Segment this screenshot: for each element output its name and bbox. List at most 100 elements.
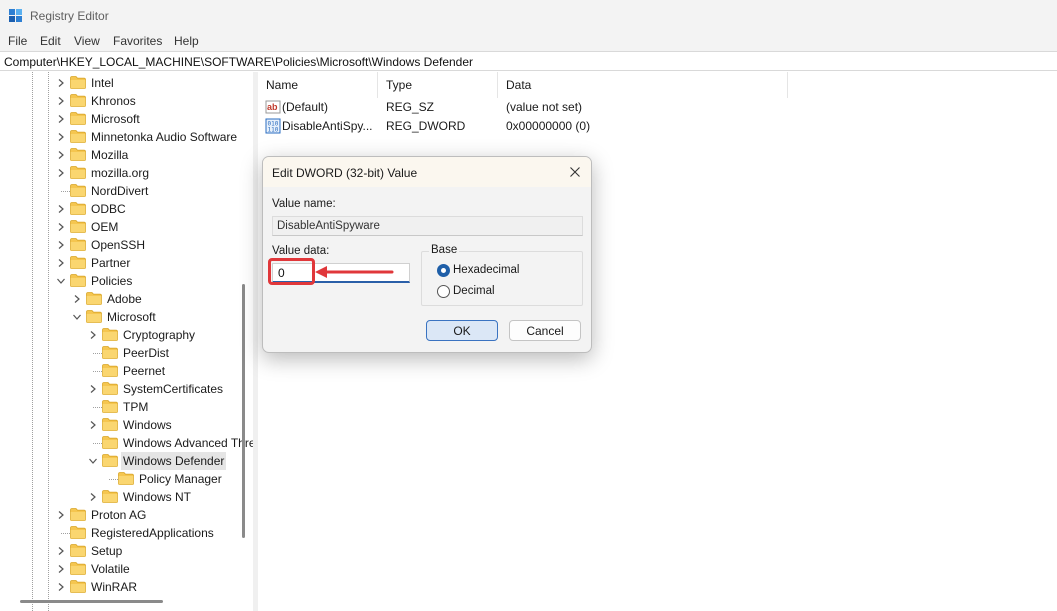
tree-item[interactable]: Windows Advanced Threat Protection [0,434,253,452]
folder-icon [70,274,86,287]
tree-item[interactable]: Setup [0,542,236,560]
tree-guide-line [93,407,102,408]
tree-item[interactable]: Windows [0,416,236,434]
menu-edit[interactable]: Edit [40,34,61,48]
tree-item-label: ODBC [91,202,126,216]
chevron-right-icon[interactable] [56,240,66,250]
tree-item[interactable]: Proton AG [0,506,236,524]
tree-item-label: Policy Manager [139,472,222,486]
chevron-right-icon[interactable] [72,294,82,304]
scroll-thumb[interactable] [20,600,163,603]
close-button[interactable] [563,160,587,184]
chevron-right-icon[interactable] [56,582,66,592]
tree-item[interactable]: OEM [0,218,236,236]
tree-horizontal-scrollbar[interactable] [0,596,247,607]
chevron-right-icon[interactable] [56,222,66,232]
radio-decimal[interactable] [437,285,450,298]
value-name-label: Value name: [272,198,336,210]
radio-decimal-label[interactable]: Decimal [453,285,495,297]
radio-hexadecimal-label[interactable]: Hexadecimal [453,264,519,276]
tree-item-label: Partner [91,256,131,270]
tree-item[interactable]: Adobe [0,290,236,308]
cancel-button[interactable]: Cancel [509,320,581,341]
menu-file[interactable]: File [8,34,27,48]
tree-item[interactable]: mozilla.org [0,164,236,182]
tree-item[interactable]: Volatile [0,560,236,578]
chevron-right-icon[interactable] [56,546,66,556]
chevron-right-icon[interactable] [88,384,98,394]
address-bar [0,51,1057,71]
tree-item[interactable]: Windows NT [0,488,236,506]
chevron-right-icon[interactable] [56,564,66,574]
tree-item[interactable]: OpenSSH [0,236,236,254]
chevron-right-icon[interactable] [56,168,66,178]
tree-item[interactable]: WinRAR [0,578,236,596]
tree-guide-line [93,371,102,372]
tree-item[interactable]: Policies [0,272,236,290]
value-row[interactable]: 010 110 DisableAntiSpy... REG_DWORD 0x00… [258,117,858,136]
tree-item[interactable]: Microsoft [0,110,236,128]
tree-item[interactable]: RegisteredApplications [0,524,236,542]
chevron-right-icon[interactable] [88,420,98,430]
folder-icon [102,346,118,359]
tree-item-label: Volatile [91,562,130,576]
tree-item[interactable]: Mozilla [0,146,236,164]
tree-item[interactable]: Cryptography [0,326,236,344]
svg-text:110: 110 [268,127,279,134]
chevron-right-icon[interactable] [56,114,66,124]
chevron-right-icon[interactable] [56,96,66,106]
tree-guide-line [61,533,70,534]
column-header-data[interactable]: Data [498,72,788,98]
chevron-right-icon[interactable] [56,132,66,142]
tree-guide-line [93,443,102,444]
menu-favorites[interactable]: Favorites [113,34,162,48]
tree-item-label: Windows Defender [121,452,227,470]
chevron-right-icon[interactable] [88,330,98,340]
value-name-field: DisableAntiSpyware [272,216,583,236]
tree-item[interactable]: Minnetonka Audio Software [0,128,237,146]
chevron-right-icon[interactable] [56,150,66,160]
tree-item[interactable]: Khronos [0,92,236,110]
chevron-right-icon[interactable] [56,258,66,268]
tree-item-label: TPM [123,400,149,414]
tree-item[interactable]: Windows Defender [0,452,236,470]
column-header-name[interactable]: Name [258,72,378,98]
chevron-right-icon[interactable] [88,492,98,502]
folder-icon [102,400,118,413]
radio-hexadecimal[interactable] [437,264,450,277]
ok-button[interactable]: OK [426,320,498,341]
menu-help[interactable]: Help [174,34,199,48]
tree-item[interactable]: Microsoft [0,308,236,326]
tree-item[interactable]: ODBC [0,200,236,218]
menu-view[interactable]: View [74,34,100,48]
tree-item[interactable]: Intel [0,74,236,92]
tree-item[interactable]: PeerDist [0,344,236,362]
edit-dword-dialog: Edit DWORD (32-bit) Value Value name: Di… [262,156,592,353]
chevron-right-icon[interactable] [56,78,66,88]
tree-item-label: Microsoft [91,112,140,126]
folder-icon [70,202,86,215]
address-input[interactable] [4,54,1044,69]
scroll-thumb[interactable] [242,284,245,538]
tree-item[interactable]: Peernet [0,362,236,380]
title-bar: Registry Editor [0,0,1057,32]
tree-item[interactable]: Partner [0,254,236,272]
column-header-type[interactable]: Type [378,72,498,98]
chevron-right-icon[interactable] [56,204,66,214]
chevron-down-icon[interactable] [88,456,98,466]
tree-guide-line [93,353,102,354]
tree-guide-line [109,479,118,480]
tree-item-label: NordDivert [91,184,149,198]
chevron-right-icon[interactable] [56,510,66,520]
tree-item[interactable]: NordDivert [0,182,236,200]
tree-item[interactable]: TPM [0,398,236,416]
dialog-title-bar: Edit DWORD (32-bit) Value [263,157,591,187]
value-row[interactable]: ab (Default) REG_SZ (value not set) [258,98,858,117]
tree-item[interactable]: Policy Manager [0,470,236,488]
chevron-down-icon[interactable] [56,276,66,286]
string-value-icon: ab [265,100,281,114]
tree-item[interactable]: SystemCertificates [0,380,236,398]
key-tree[interactable]: Intel Khronos Microsoft Minnetonka Audio So… [0,72,253,611]
chevron-down-icon[interactable] [72,312,82,322]
tree-vertical-scrollbar[interactable] [236,72,247,596]
